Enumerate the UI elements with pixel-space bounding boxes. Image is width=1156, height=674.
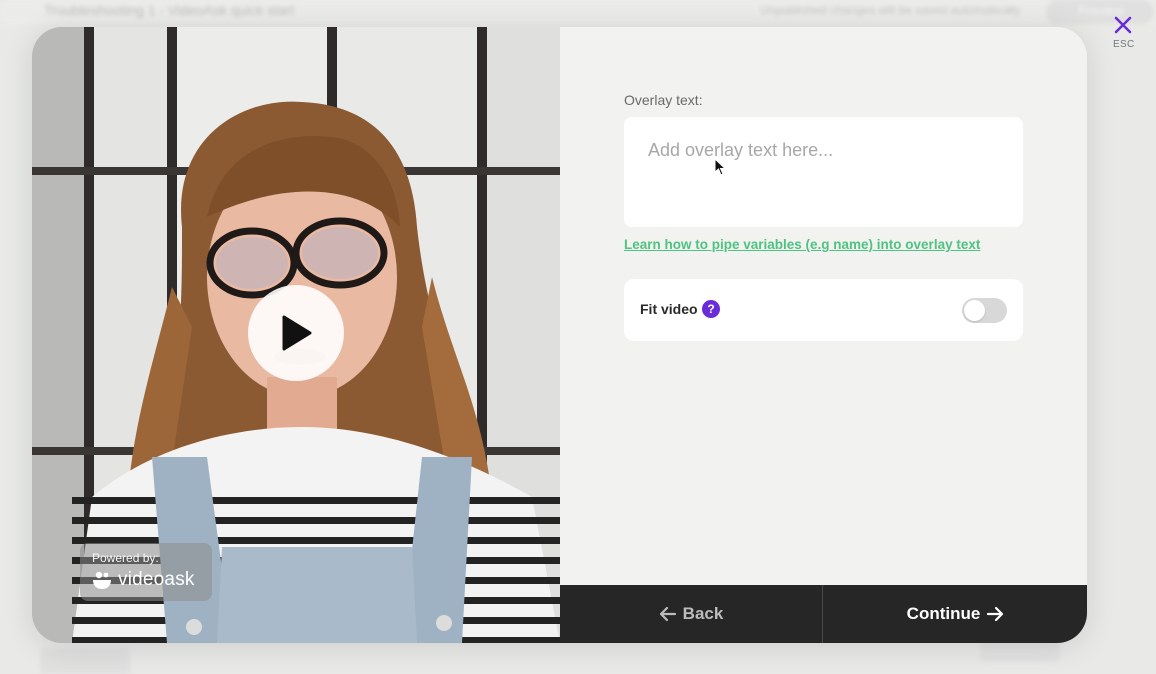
help-icon[interactable]: ?: [702, 300, 720, 318]
background-block: [980, 640, 1060, 662]
fit-video-toggle[interactable]: [962, 298, 1007, 323]
background-title: Troubleshooting 1 - VideoAsk quick start: [44, 2, 295, 18]
back-label: Back: [682, 604, 724, 623]
close-button[interactable]: [1110, 12, 1136, 38]
video-preview[interactable]: Powered by: videoask: [32, 27, 560, 643]
brand-name: videoask: [118, 569, 195, 590]
overlay-text-label: Overlay text:: [624, 92, 703, 108]
background-autosave-text: Unpublished changes will be saved automa…: [760, 3, 1021, 17]
background-block: [40, 648, 130, 674]
fit-video-label: Fit video: [640, 301, 698, 317]
mouse-pointer-icon: [714, 158, 726, 176]
fit-video-setting: Fit video ?: [624, 279, 1023, 341]
powered-by-badge[interactable]: Powered by: videoask: [80, 543, 212, 601]
play-icon: [282, 315, 312, 351]
continue-button[interactable]: Continue: [824, 585, 1087, 643]
pipe-variables-link[interactable]: Learn how to pipe variables (e.g name) i…: [624, 237, 980, 252]
arrow-left-icon: [659, 606, 676, 622]
overlay-form: Overlay text: Learn how to pipe variable…: [560, 27, 1087, 585]
play-button[interactable]: [248, 285, 344, 381]
background-preview-button: Preview: [1046, 0, 1154, 24]
powered-by-label: Powered by:: [92, 551, 159, 565]
arrow-right-icon: [987, 606, 1004, 622]
brand-logo: videoask: [92, 569, 195, 591]
toggle-knob: [964, 300, 985, 321]
background-topbar: Troubleshooting 1 - VideoAsk quick start…: [0, 0, 1156, 24]
back-button[interactable]: Back: [560, 585, 823, 643]
overlay-text-input[interactable]: [624, 117, 1023, 227]
close-icon: [1114, 16, 1132, 34]
overlay-settings-modal: Powered by: videoask Overlay text: Learn…: [32, 27, 1087, 643]
modal-footer: Back Continue: [560, 585, 1087, 643]
videoask-logo-icon: [93, 571, 111, 589]
esc-label: ESC: [1113, 39, 1135, 50]
continue-label: Continue: [906, 604, 981, 623]
